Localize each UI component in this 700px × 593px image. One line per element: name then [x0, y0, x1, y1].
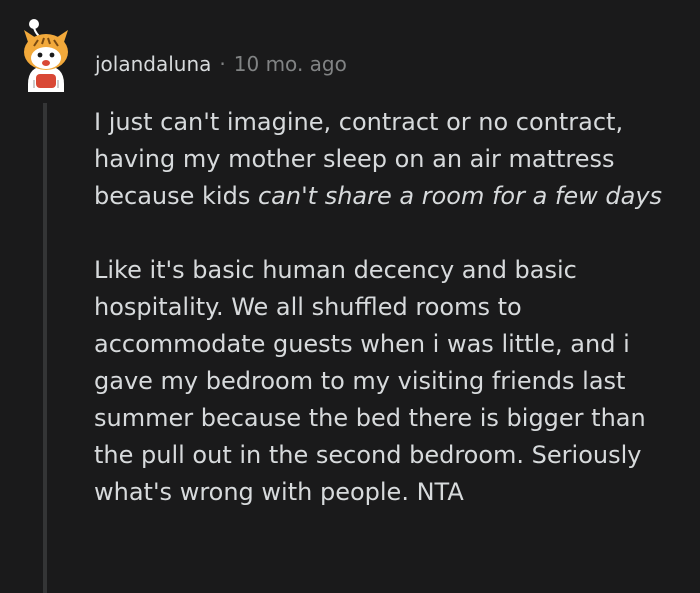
comment-paragraph-2: Like it's basic human decency and basic …: [94, 256, 646, 506]
comment-timestamp[interactable]: 10 mo. ago: [234, 52, 347, 76]
emphasized-text: can't share a room for a few days: [257, 182, 663, 210]
user-avatar[interactable]: [14, 16, 78, 92]
comment: jolandaluna · 10 mo. ago I just can't imag…: [0, 0, 700, 593]
comment-body: I just can't imagine, contract or no con…: [94, 104, 689, 511]
comment-meta: jolandaluna · 10 mo. ago: [95, 50, 347, 78]
author-link[interactable]: jolandaluna: [95, 52, 211, 76]
thread-collapse-line[interactable]: [43, 103, 47, 593]
comment-paragraph-1: I just can't imagine, contract or no con…: [94, 104, 689, 215]
meta-separator: ·: [219, 52, 226, 76]
avatar-antenna-ball: [29, 19, 39, 29]
